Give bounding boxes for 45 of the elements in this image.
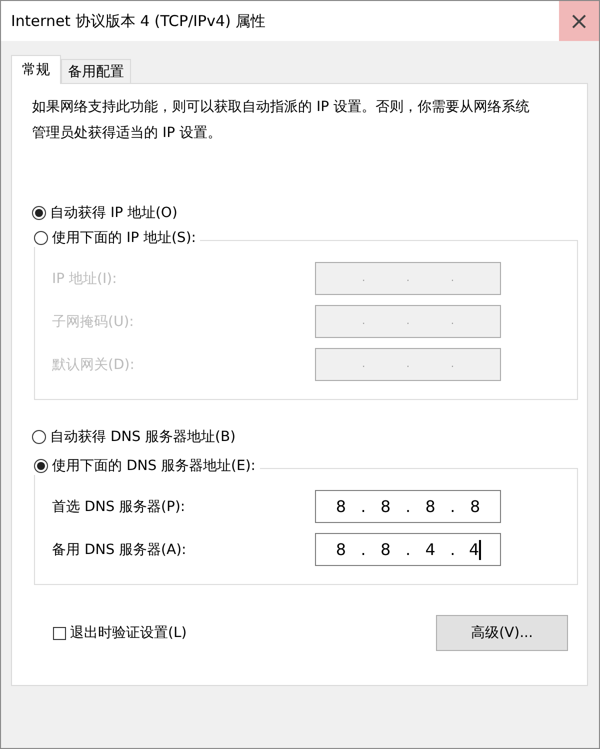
separator-dot: . (450, 273, 454, 284)
advanced-button[interactable]: 高级(V)... (436, 615, 568, 651)
tab[interactable]: 常规 (11, 55, 61, 84)
separator-dot: . (450, 540, 456, 559)
separator-dot: . (406, 273, 410, 284)
octet-text: 8 (380, 540, 391, 559)
separator-dot: . (406, 359, 410, 370)
separator-dot: . (406, 316, 410, 327)
field-label: IP 地址(I): (52, 270, 117, 288)
radio-label[interactable]: 自动获得 DNS 服务器地址(B) (50, 428, 236, 446)
octet-text: 8 (336, 540, 346, 559)
separator-dot: . (405, 497, 411, 516)
separator-dot: . (360, 497, 366, 516)
octet-text: 4 (425, 540, 436, 559)
separator-dot: . (362, 316, 366, 327)
field-label: 首选 DNS 服务器(P): (52, 498, 186, 516)
checkbox[interactable] (53, 626, 66, 640)
octet-text: 8 (470, 497, 480, 516)
octet-text: 4 (468, 540, 480, 559)
radio-button[interactable] (34, 231, 48, 245)
tab[interactable]: 备用配置 (61, 59, 131, 83)
separator-dot: . (450, 316, 454, 327)
separator-dot: . (450, 359, 454, 370)
radio-label[interactable]: 自动获得 IP 地址(O) (50, 204, 178, 222)
field-label: 子网掩码(U): (52, 312, 134, 330)
separator-dot: . (450, 497, 456, 516)
radio-button[interactable] (34, 459, 48, 473)
checkbox-label[interactable]: 退出时验证设置(L) (70, 624, 187, 642)
ip-address-field[interactable]: 8 . 8 . 8 . 8 (315, 490, 501, 523)
field-label: 默认网关(D): (52, 356, 134, 374)
field-label: 备用 DNS 服务器(A): (52, 540, 186, 558)
octet-text: 8 (380, 497, 391, 516)
ip-address-field[interactable]: 8 . 8 . 4 . 4 (315, 533, 501, 566)
octet-text: 8 (336, 497, 346, 516)
close-button[interactable]: × (559, 1, 599, 41)
description-text: 如果网络支持此功能，则可以获取自动指派的 IP 设置。否则，你需要从网络系统管理员处获得适当的 IP 设置。 (32, 98, 530, 143)
separator-dot: . (360, 540, 366, 559)
radio-button[interactable] (32, 206, 46, 220)
radio-button[interactable] (32, 430, 46, 444)
octet-text: 8 (425, 497, 436, 516)
radio-label[interactable]: 使用下面的 IP 地址(S): (52, 229, 196, 247)
separator-dot: . (362, 273, 366, 284)
separator-dot: . (362, 359, 366, 370)
window-title: Internet 协议版本 4 (TCP/IPv4) 属性 (10, 12, 266, 30)
separator-dot: . (405, 540, 411, 559)
